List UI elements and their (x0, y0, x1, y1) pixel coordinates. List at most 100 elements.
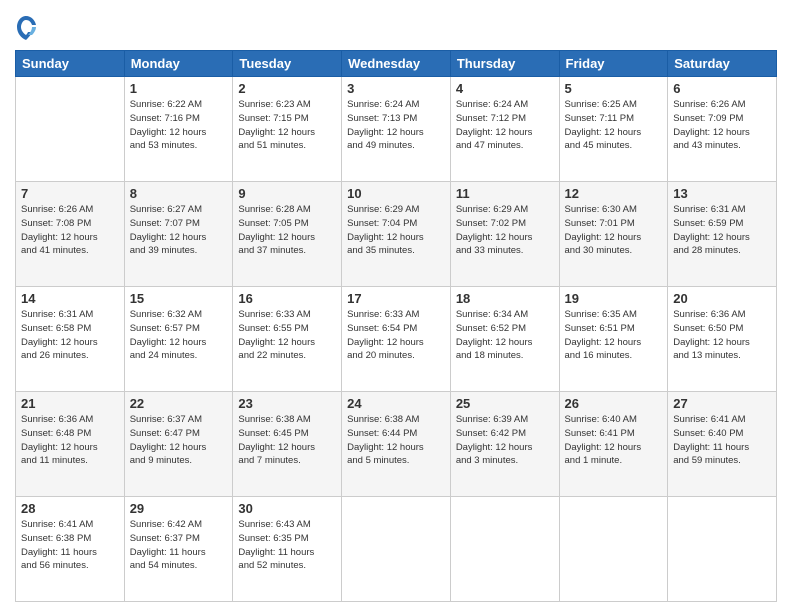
calendar-page: SundayMondayTuesdayWednesdayThursdayFrid… (0, 0, 792, 612)
day-info: Sunrise: 6:23 AM Sunset: 7:15 PM Dayligh… (238, 98, 336, 153)
day-info: Sunrise: 6:38 AM Sunset: 6:44 PM Dayligh… (347, 413, 445, 468)
day-info: Sunrise: 6:38 AM Sunset: 6:45 PM Dayligh… (238, 413, 336, 468)
day-cell: 4 Sunrise: 6:24 AM Sunset: 7:12 PM Daylig… (450, 77, 559, 182)
day-info: Sunrise: 6:34 AM Sunset: 6:52 PM Dayligh… (456, 308, 554, 363)
day-cell: 2 Sunrise: 6:23 AM Sunset: 7:15 PM Daylig… (233, 77, 342, 182)
day-info: Sunrise: 6:26 AM Sunset: 7:08 PM Dayligh… (21, 203, 119, 258)
day-info: Sunrise: 6:35 AM Sunset: 6:51 PM Dayligh… (565, 308, 663, 363)
day-cell (342, 497, 451, 602)
day-cell: 16 Sunrise: 6:33 AM Sunset: 6:55 PM Dayli… (233, 287, 342, 392)
day-number: 22 (130, 396, 228, 411)
day-cell: 28 Sunrise: 6:41 AM Sunset: 6:38 PM Dayli… (16, 497, 125, 602)
day-info: Sunrise: 6:24 AM Sunset: 7:13 PM Dayligh… (347, 98, 445, 153)
day-info: Sunrise: 6:27 AM Sunset: 7:07 PM Dayligh… (130, 203, 228, 258)
calendar-body: 1 Sunrise: 6:22 AM Sunset: 7:16 PM Daylig… (16, 77, 777, 602)
day-number: 15 (130, 291, 228, 306)
day-number: 28 (21, 501, 119, 516)
day-number: 23 (238, 396, 336, 411)
day-number: 5 (565, 81, 663, 96)
day-info: Sunrise: 6:25 AM Sunset: 7:11 PM Dayligh… (565, 98, 663, 153)
header (15, 10, 777, 42)
day-cell: 26Sunrise: 6:40 AM Sunset: 6:41 PM Dayli… (559, 392, 668, 497)
day-number: 27 (673, 396, 771, 411)
day-number: 8 (130, 186, 228, 201)
day-number: 4 (456, 81, 554, 96)
day-info: Sunrise: 6:33 AM Sunset: 6:55 PM Dayligh… (238, 308, 336, 363)
day-info: Sunrise: 6:41 AM Sunset: 6:38 PM Dayligh… (21, 518, 119, 573)
day-cell: 7 Sunrise: 6:26 AM Sunset: 7:08 PM Daylig… (16, 182, 125, 287)
day-cell: 11Sunrise: 6:29 AM Sunset: 7:02 PM Dayli… (450, 182, 559, 287)
day-number: 2 (238, 81, 336, 96)
day-cell: 1 Sunrise: 6:22 AM Sunset: 7:16 PM Daylig… (124, 77, 233, 182)
day-info: Sunrise: 6:22 AM Sunset: 7:16 PM Dayligh… (130, 98, 228, 153)
calendar-header: SundayMondayTuesdayWednesdayThursdayFrid… (16, 51, 777, 77)
day-number: 9 (238, 186, 336, 201)
day-cell: 13 Sunrise: 6:31 AM Sunset: 6:59 PM Dayli… (668, 182, 777, 287)
day-info: Sunrise: 6:36 AM Sunset: 6:48 PM Dayligh… (21, 413, 119, 468)
day-info: Sunrise: 6:24 AM Sunset: 7:12 PM Dayligh… (456, 98, 554, 153)
day-number: 13 (673, 186, 771, 201)
column-header-thursday: Thursday (450, 51, 559, 77)
day-cell (16, 77, 125, 182)
day-cell: 10Sunrise: 6:29 AM Sunset: 7:04 PM Dayli… (342, 182, 451, 287)
day-cell: 17 Sunrise: 6:33 AM Sunset: 6:54 PM Dayli… (342, 287, 451, 392)
day-cell: 20 Sunrise: 6:36 AM Sunset: 6:50 PM Dayli… (668, 287, 777, 392)
day-cell: 22 Sunrise: 6:37 AM Sunset: 6:47 PM Dayli… (124, 392, 233, 497)
day-cell: 25 Sunrise: 6:39 AM Sunset: 6:42 PM Dayli… (450, 392, 559, 497)
day-info: Sunrise: 6:28 AM Sunset: 7:05 PM Dayligh… (238, 203, 336, 258)
day-info: Sunrise: 6:26 AM Sunset: 7:09 PM Dayligh… (673, 98, 771, 153)
week-row-5: 28 Sunrise: 6:41 AM Sunset: 6:38 PM Dayli… (16, 497, 777, 602)
day-info: Sunrise: 6:43 AM Sunset: 6:35 PM Dayligh… (238, 518, 336, 573)
day-cell: 14Sunrise: 6:31 AM Sunset: 6:58 PM Dayli… (16, 287, 125, 392)
day-cell: 8 Sunrise: 6:27 AM Sunset: 7:07 PM Daylig… (124, 182, 233, 287)
column-header-wednesday: Wednesday (342, 51, 451, 77)
column-header-tuesday: Tuesday (233, 51, 342, 77)
day-cell: 12Sunrise: 6:30 AM Sunset: 7:01 PM Dayli… (559, 182, 668, 287)
day-info: Sunrise: 6:37 AM Sunset: 6:47 PM Dayligh… (130, 413, 228, 468)
day-info: Sunrise: 6:33 AM Sunset: 6:54 PM Dayligh… (347, 308, 445, 363)
day-number: 10 (347, 186, 445, 201)
day-info: Sunrise: 6:31 AM Sunset: 6:59 PM Dayligh… (673, 203, 771, 258)
day-info: Sunrise: 6:39 AM Sunset: 6:42 PM Dayligh… (456, 413, 554, 468)
day-number: 20 (673, 291, 771, 306)
day-info: Sunrise: 6:42 AM Sunset: 6:37 PM Dayligh… (130, 518, 228, 573)
logo (15, 14, 40, 42)
day-cell (668, 497, 777, 602)
day-cell: 5 Sunrise: 6:25 AM Sunset: 7:11 PM Daylig… (559, 77, 668, 182)
logo-icon (15, 14, 37, 42)
day-number: 25 (456, 396, 554, 411)
day-cell (559, 497, 668, 602)
day-number: 6 (673, 81, 771, 96)
day-cell: 29 Sunrise: 6:42 AM Sunset: 6:37 PM Dayli… (124, 497, 233, 602)
day-cell: 18Sunrise: 6:34 AM Sunset: 6:52 PM Dayli… (450, 287, 559, 392)
day-number: 17 (347, 291, 445, 306)
day-cell: 9 Sunrise: 6:28 AM Sunset: 7:05 PM Daylig… (233, 182, 342, 287)
day-number: 21 (21, 396, 119, 411)
day-info: Sunrise: 6:32 AM Sunset: 6:57 PM Dayligh… (130, 308, 228, 363)
calendar-table: SundayMondayTuesdayWednesdayThursdayFrid… (15, 50, 777, 602)
day-info: Sunrise: 6:30 AM Sunset: 7:01 PM Dayligh… (565, 203, 663, 258)
day-number: 30 (238, 501, 336, 516)
day-cell: 23 Sunrise: 6:38 AM Sunset: 6:45 PM Dayli… (233, 392, 342, 497)
day-cell: 24 Sunrise: 6:38 AM Sunset: 6:44 PM Dayli… (342, 392, 451, 497)
day-number: 3 (347, 81, 445, 96)
column-header-sunday: Sunday (16, 51, 125, 77)
day-number: 7 (21, 186, 119, 201)
day-number: 29 (130, 501, 228, 516)
day-cell: 3 Sunrise: 6:24 AM Sunset: 7:13 PM Daylig… (342, 77, 451, 182)
day-number: 1 (130, 81, 228, 96)
column-header-monday: Monday (124, 51, 233, 77)
day-cell: 6 Sunrise: 6:26 AM Sunset: 7:09 PM Daylig… (668, 77, 777, 182)
day-number: 11 (456, 186, 554, 201)
column-header-friday: Friday (559, 51, 668, 77)
day-info: Sunrise: 6:31 AM Sunset: 6:58 PM Dayligh… (21, 308, 119, 363)
day-cell (450, 497, 559, 602)
day-number: 19 (565, 291, 663, 306)
day-info: Sunrise: 6:41 AM Sunset: 6:40 PM Dayligh… (673, 413, 771, 468)
day-info: Sunrise: 6:36 AM Sunset: 6:50 PM Dayligh… (673, 308, 771, 363)
day-number: 24 (347, 396, 445, 411)
week-row-2: 7 Sunrise: 6:26 AM Sunset: 7:08 PM Daylig… (16, 182, 777, 287)
day-number: 16 (238, 291, 336, 306)
day-info: Sunrise: 6:40 AM Sunset: 6:41 PM Dayligh… (565, 413, 663, 468)
column-header-saturday: Saturday (668, 51, 777, 77)
